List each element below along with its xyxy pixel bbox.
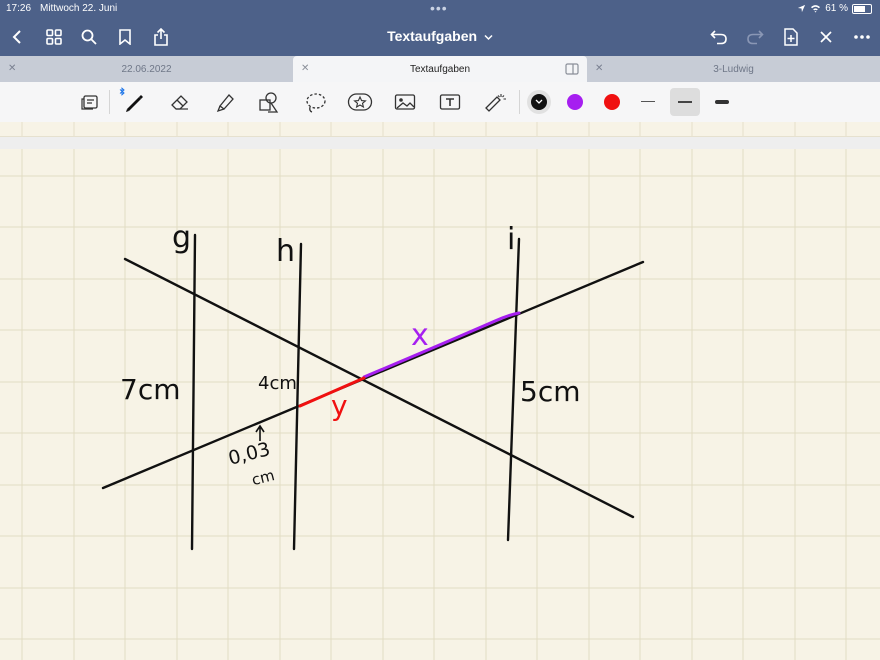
black-color-button[interactable] [527, 90, 551, 114]
reading-mode-icon [81, 95, 98, 110]
status-right: 61 % [797, 3, 872, 14]
split-view-icon[interactable] [565, 63, 579, 75]
more-button[interactable] [849, 24, 875, 50]
close-tab-icon[interactable]: ✕ [301, 63, 309, 74]
document-title-text: Textaufgaben [387, 28, 478, 44]
tab-3-ludwig[interactable]: ✕ 3-Ludwig [587, 56, 880, 82]
label-7cm: 7cm [120, 373, 180, 406]
add-page-button[interactable] [778, 24, 804, 50]
undo-button[interactable] [706, 24, 732, 50]
eraser-tool-button[interactable] [167, 90, 193, 114]
redo-button[interactable] [742, 24, 768, 50]
eraser-icon [171, 95, 188, 110]
location-icon [798, 4, 806, 13]
image-tool-button[interactable] [392, 90, 418, 114]
tab-22-06-2022[interactable]: ✕ 22.06.2022 [0, 56, 293, 82]
line-i [506, 237, 521, 542]
pen-tool-button[interactable] [119, 87, 147, 114]
bluetooth-icon [119, 87, 125, 96]
text-box-icon [439, 94, 461, 110]
purple-color-button[interactable] [567, 94, 583, 110]
tab-label: Textaufgaben [409, 63, 471, 75]
more-icon [854, 35, 870, 39]
tab-textaufgaben[interactable]: ✕ Textaufgaben [293, 56, 587, 82]
read-only-mode-button[interactable] [78, 90, 104, 114]
laser-pointer-button[interactable] [482, 90, 508, 114]
label-4cm: 4cm [258, 373, 297, 394]
label-i: i [507, 222, 515, 257]
chevron-down-icon [535, 99, 543, 104]
highlighter-icon [216, 94, 234, 113]
text-tool-button[interactable] [437, 90, 463, 114]
close-icon [820, 31, 832, 43]
line-g [190, 233, 197, 551]
highlighter-tool-button[interactable] [213, 90, 239, 114]
label-note-unit: cm [250, 466, 277, 489]
black-color-swatch [531, 94, 547, 110]
tool-bar [0, 82, 880, 123]
lasso-tool-button[interactable] [303, 90, 329, 114]
add-page-icon [784, 28, 798, 46]
red-color-button[interactable] [604, 94, 620, 110]
shapes-tool-button[interactable] [257, 90, 283, 114]
previous-page-grid [21, 122, 847, 136]
elements-tool-button[interactable] [347, 90, 373, 114]
tab-label: 3-Ludwig [713, 63, 754, 75]
wifi-icon [811, 5, 821, 13]
label-5cm: 5cm [520, 375, 580, 408]
thick-stroke-button[interactable] [707, 90, 737, 114]
label-note-value: 0,03 [226, 438, 272, 470]
line-h [292, 242, 303, 551]
tab-bar: ✕ 22.06.2022 ✕ Textaufgaben ✕ 3-Ludwig [0, 56, 880, 82]
multitasking-dots-icon[interactable]: ••• [430, 0, 448, 16]
image-icon [394, 94, 416, 110]
chevron-down-icon [484, 34, 493, 41]
undo-icon [710, 30, 727, 45]
tab-label: 22.06.2022 [121, 63, 172, 75]
status-time: 17:26 [6, 3, 32, 14]
label-h: h [276, 234, 295, 269]
thin-stroke-button[interactable] [633, 90, 663, 114]
battery-percent: 61 % [825, 3, 848, 14]
medium-stroke-button[interactable] [670, 88, 700, 116]
lasso-icon [306, 93, 326, 113]
toolbar-separator [519, 90, 520, 114]
laser-pointer-icon [485, 94, 506, 112]
nav-bar: Textaufgaben [0, 18, 880, 56]
close-tab-icon[interactable]: ✕ [8, 63, 16, 74]
page-gap [0, 137, 880, 149]
redo-icon [747, 30, 764, 45]
pen-icon [126, 95, 143, 112]
toolbar-separator [109, 90, 110, 114]
previous-page-edge [0, 122, 880, 137]
label-y: y [331, 389, 348, 422]
close-tab-icon[interactable]: ✕ [595, 63, 603, 74]
note-canvas[interactable]: g h i 7cm 4cm 5cm x y 0,03 cm [0, 149, 880, 660]
drawing-canvas[interactable]: g h i 7cm 4cm 5cm x y 0,03 cm [0, 149, 880, 660]
close-document-button[interactable] [813, 24, 839, 50]
label-x: x [411, 318, 429, 353]
status-date: Mittwoch 22. Juni [40, 3, 118, 14]
sticker-star-icon [347, 93, 373, 111]
shapes-icon [259, 92, 279, 113]
label-g: g [172, 220, 191, 255]
status-bar: 17:26 Mittwoch 22. Juni ••• 61 % [0, 0, 880, 18]
battery-icon [852, 3, 872, 14]
